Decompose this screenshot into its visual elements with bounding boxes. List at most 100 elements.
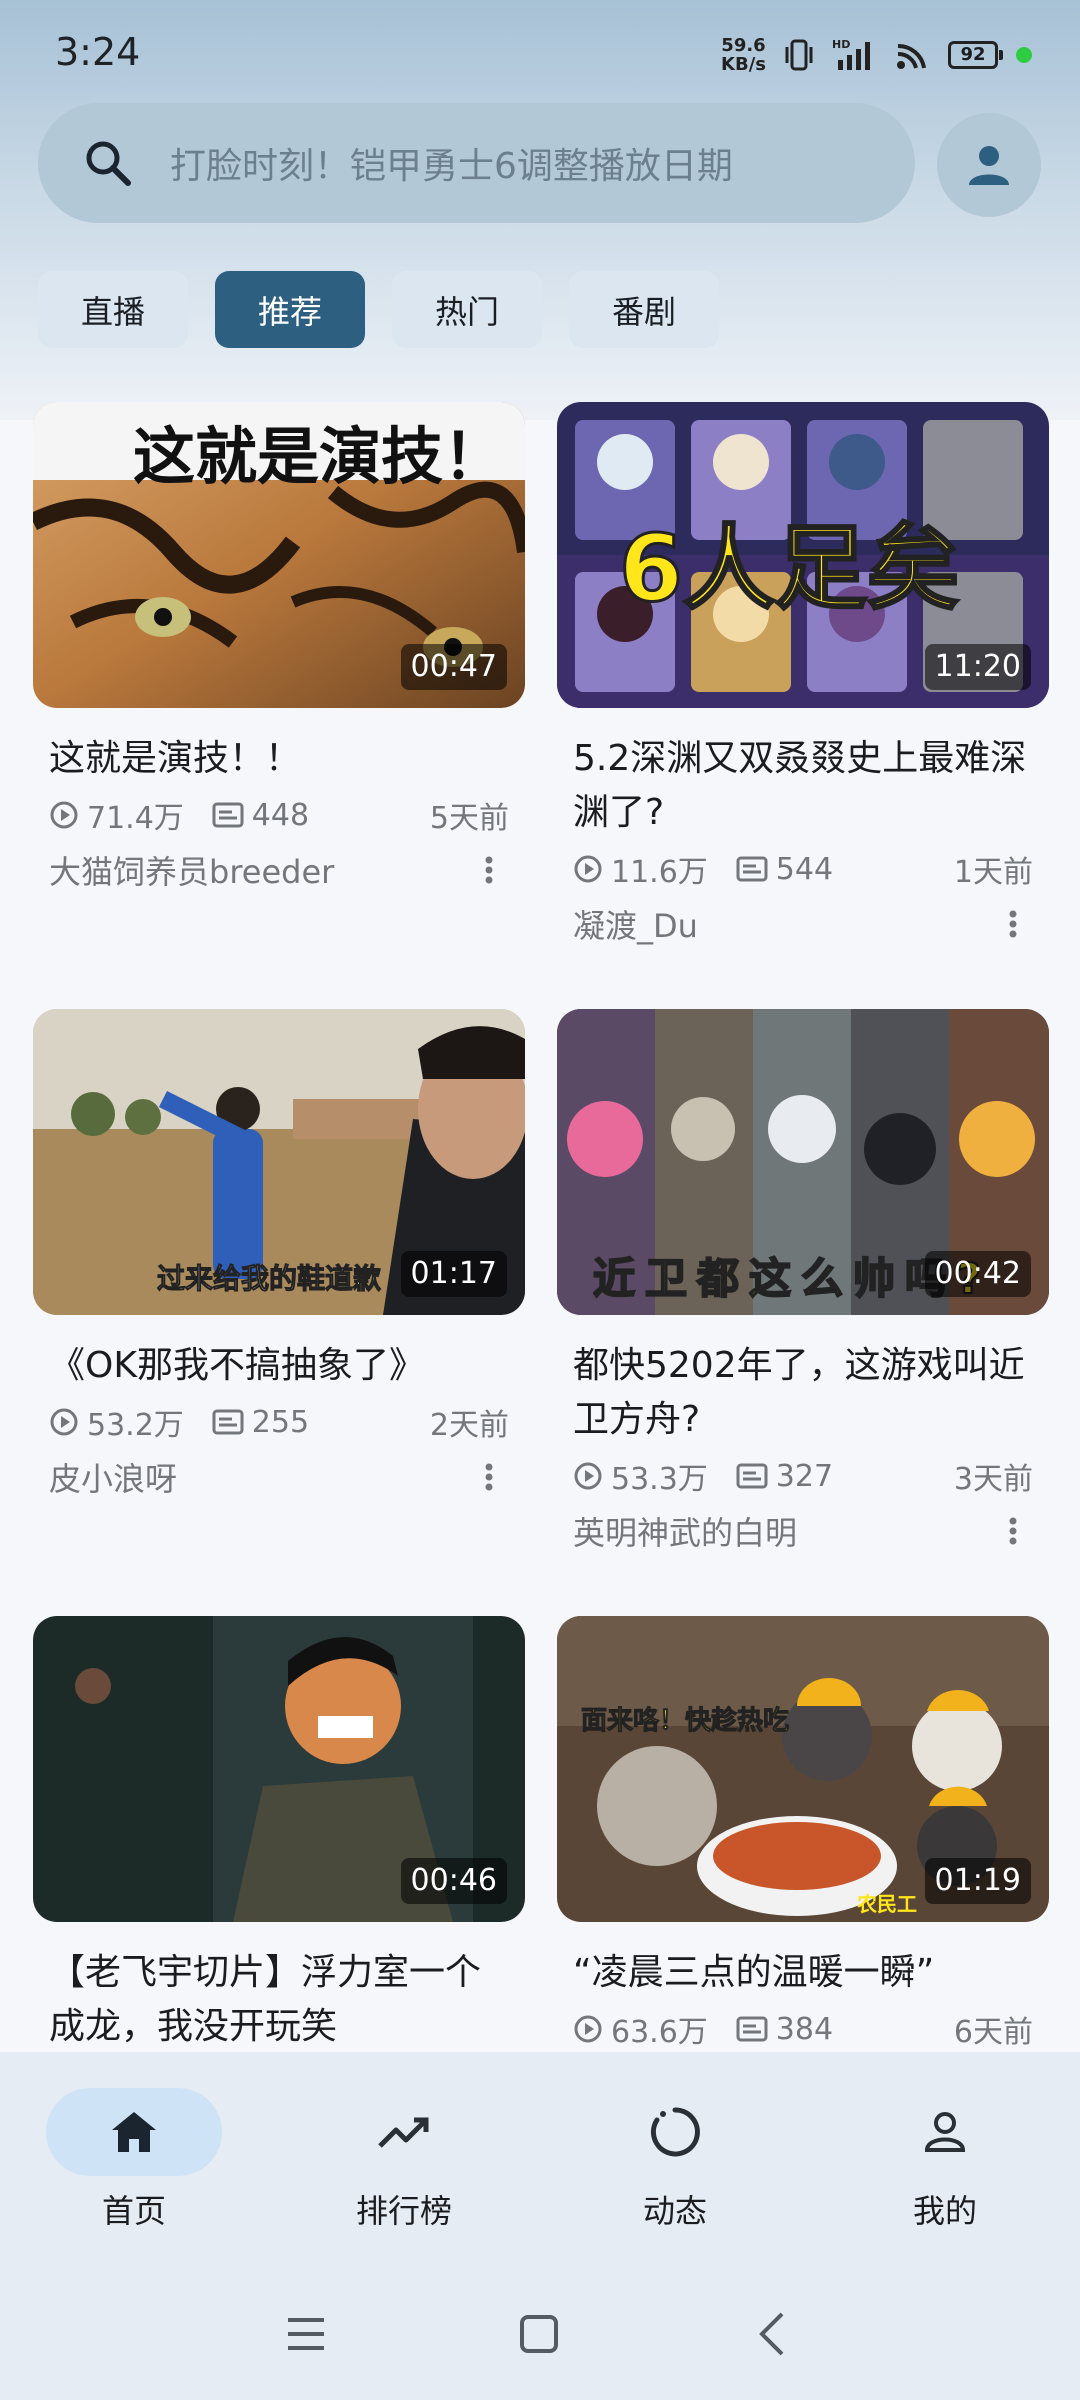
battery-icon: 92: [948, 41, 1003, 69]
more-options-icon[interactable]: [993, 1511, 1033, 1551]
more-options-icon[interactable]: [469, 1457, 509, 1497]
activity-icon: [650, 2107, 700, 2157]
profile-button[interactable]: [937, 113, 1041, 217]
tab-popular[interactable]: 热门: [392, 271, 542, 348]
wifi-icon: [897, 43, 926, 69]
status-time: 3:24: [55, 30, 141, 74]
author-row: 大猫饲养员breeder: [49, 842, 509, 898]
video-card[interactable]: 过来给我的鞋道歉 01:17 《OK那我不搞抽象了》 53.2万 255 2天前…: [33, 1009, 525, 1505]
person-icon: [924, 2112, 966, 2152]
video-meta: 71.4万 448 5天前: [49, 788, 509, 842]
video-title[interactable]: 这就是演技！！: [49, 732, 509, 786]
author-name[interactable]: 英明神武的白明: [573, 1508, 797, 1554]
network-speed: 59.6 KB/s: [721, 36, 766, 74]
upload-age: 2天前: [429, 1408, 509, 1443]
play-count-icon: [574, 2015, 602, 2043]
video-title[interactable]: 《OK那我不搞抽象了》: [49, 1339, 509, 1393]
system-navigation: [0, 2300, 1080, 2370]
more-options-icon[interactable]: [993, 904, 1033, 944]
danmaku-icon: [212, 802, 244, 828]
view-count: 53.2万: [87, 1408, 184, 1443]
thumbnail-caption: 这就是演技！: [133, 420, 506, 493]
upload-age: 1天前: [953, 855, 1033, 890]
video-card[interactable]: 00:46 【老飞宇切片】浮力室一个成龙，我没开玩笑: [33, 1616, 525, 2054]
video-meta: 53.2万 255 2天前: [49, 1395, 509, 1449]
danmaku-count: 327: [775, 1458, 834, 1494]
search-bar[interactable]: 打脸时刻！铠甲勇士6调整播放日期: [38, 103, 915, 223]
trending-icon: [378, 2117, 429, 2148]
video-title[interactable]: 都快5202年了，这游戏叫近卫方舟?: [573, 1339, 1033, 1447]
video-thumbnail[interactable]: 00:46: [33, 1616, 525, 1922]
upload-age: 6天前: [953, 2015, 1033, 2050]
status-bar: 3:24 59.6 KB/s HD 92: [0, 0, 1080, 110]
danmaku-icon: [212, 1409, 244, 1435]
nav-item-home[interactable]: 首页: [34, 2088, 234, 2230]
view-count: 53.3万: [611, 1462, 708, 1497]
vibrate-icon: [785, 39, 813, 71]
danmaku-icon: [736, 2016, 768, 2042]
nav-pill: [587, 2088, 763, 2176]
status-icons: 59.6 KB/s HD 92: [721, 30, 1032, 80]
tab-live[interactable]: 直播: [38, 271, 188, 348]
author-name[interactable]: 皮小浪呀: [49, 1454, 177, 1500]
video-meta: 53.3万 327 3天前: [573, 1449, 1033, 1503]
danmaku-count: 384: [775, 2011, 834, 2047]
video-thumbnail[interactable]: 过来给我的鞋道歉 01:17: [33, 1009, 525, 1315]
category-tabs: 直播 推荐 热门 番剧: [38, 271, 719, 348]
video-card[interactable]: 6人足矣 11:20 5.2深渊又双叒叕史上最难深渊了? 11.6万 544 1…: [557, 402, 1049, 952]
video-title[interactable]: 5.2深渊又双叒叕史上最难深渊了?: [573, 732, 1033, 840]
author-row: 英明神武的白明: [573, 1503, 1033, 1559]
search-placeholder: 打脸时刻！铠甲勇士6调整播放日期: [170, 146, 733, 187]
tab-anime[interactable]: 番剧: [569, 271, 719, 348]
video-title[interactable]: 【老飞宇切片】浮力室一个成龙，我没开玩笑: [49, 1946, 509, 2054]
video-card[interactable]: 面来咯！快趁热吃 农民工 01:19 “凌晨三点的温暖一瞬” 63.6万 384…: [557, 1616, 1049, 2056]
video-duration: 01:17: [400, 1251, 507, 1297]
video-card[interactable]: 近卫都这么帅吗? 00:42 都快5202年了，这游戏叫近卫方舟? 53.3万 …: [557, 1009, 1049, 1559]
thumbnail-caption: 过来给我的鞋道歉: [156, 1262, 382, 1296]
danmaku-icon: [736, 856, 768, 882]
video-meta: 63.6万 384 6天前: [573, 2002, 1033, 2056]
nav-active-indicator: [46, 2088, 222, 2176]
signal-icon: HD: [832, 38, 870, 70]
video-duration: 00:47: [400, 644, 507, 690]
person-icon: [969, 146, 1009, 185]
back-icon[interactable]: [756, 2312, 786, 2356]
author-name[interactable]: 大猫饲养员breeder: [49, 847, 334, 893]
video-thumbnail[interactable]: 近卫都这么帅吗? 00:42: [557, 1009, 1049, 1315]
search-icon: [86, 141, 131, 186]
thumbnail-caption-secondary: 农民工: [857, 1892, 917, 1916]
more-options-icon[interactable]: [469, 850, 509, 890]
nav-item-ranking[interactable]: 排行榜: [304, 2088, 504, 2230]
nav-item-mine[interactable]: 我的: [845, 2088, 1045, 2230]
home-system-icon[interactable]: [519, 2314, 559, 2354]
svg-text:HD: HD: [832, 38, 850, 51]
recent-apps-icon[interactable]: [286, 2314, 326, 2354]
video-thumbnail[interactable]: 6人足矣 11:20: [557, 402, 1049, 708]
view-count: 63.6万: [611, 2015, 708, 2050]
tab-recommended[interactable]: 推荐: [215, 271, 365, 348]
nav-pill: [857, 2088, 1033, 2176]
video-card[interactable]: 这就是演技！ 00:47 这就是演技！！ 71.4万 448 5天前 大猫饲养员…: [33, 402, 525, 898]
video-duration: 00:46: [400, 1858, 507, 1904]
danmaku-count: 448: [251, 797, 310, 833]
thumbnail-caption: 6人足矣: [617, 514, 960, 624]
video-thumbnail[interactable]: 面来咯！快趁热吃 农民工 01:19: [557, 1616, 1049, 1922]
video-title[interactable]: “凌晨三点的温暖一瞬”: [573, 1946, 1033, 2000]
video-duration: 01:19: [924, 1858, 1031, 1904]
thumbnail-caption: 面来咯！快趁热吃: [580, 1706, 790, 1737]
video-thumbnail[interactable]: 这就是演技！ 00:47: [33, 402, 525, 708]
nav-item-activity[interactable]: 动态: [575, 2088, 775, 2230]
upload-age: 3天前: [953, 1462, 1033, 1497]
home-icon: [112, 2112, 156, 2152]
play-count-icon: [50, 1408, 78, 1436]
author-name[interactable]: 凝渡_Du: [573, 901, 698, 947]
nav-pill: [316, 2088, 492, 2176]
danmaku-icon: [736, 1463, 768, 1489]
play-count-icon: [50, 801, 78, 829]
network-speed-value: 59.6: [721, 35, 766, 56]
author-row: 凝渡_Du: [573, 896, 1033, 952]
play-count-icon: [574, 855, 602, 883]
upload-age: 5天前: [429, 801, 509, 836]
network-speed-unit: KB/s: [721, 54, 766, 75]
danmaku-count: 255: [251, 1404, 310, 1440]
